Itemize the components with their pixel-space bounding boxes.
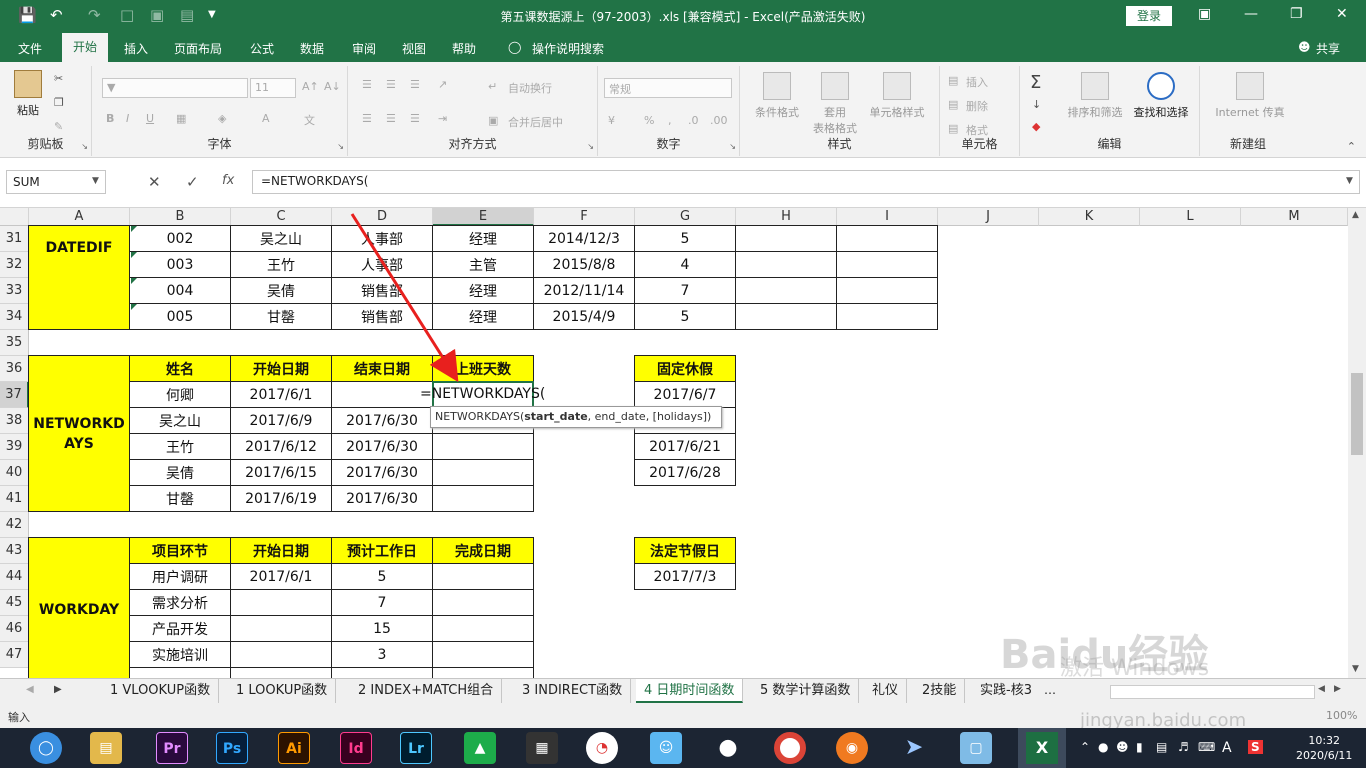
tray-keyboard-icon[interactable]: ⌨ [1198,740,1215,754]
sheet-tab-math[interactable]: 5 数学计算函数 [752,679,860,703]
indesign-icon[interactable]: Id [340,732,372,764]
illustrator-icon[interactable]: Ai [278,732,310,764]
sheet-tab-indirect[interactable]: 3 INDIRECT函数 [514,679,632,703]
sheet-tab-index-match[interactable]: 2 INDEX+MATCH组合 [350,679,503,703]
green-app-icon[interactable]: ▲ [464,732,496,764]
sheet-tab-practice[interactable]: 实践-核3 [972,679,1046,703]
premiere-icon[interactable]: Pr [156,732,188,764]
tray-network-icon[interactable]: ▤ [1156,740,1167,754]
vertical-scrollbar[interactable]: ▲ ▼ [1348,208,1366,678]
taskbar: ◯ ▤ Pr Ps Ai Id Lr ▲ ▦ ◔ ☺ ● ◉ ➤ ▢ X ⌃ ●… [0,728,1366,768]
feather-app-icon[interactable]: ➤ [898,732,930,764]
tray-qq-icon[interactable]: ● [1098,740,1108,754]
more-sheets-icon[interactable]: … [1044,683,1056,697]
scroll-right-icon[interactable]: ▶ [1334,684,1341,694]
cat-app-icon[interactable]: ☺ [650,732,682,764]
photoshop-icon[interactable]: Ps [216,732,248,764]
tray-expand-icon[interactable]: ⌃ [1080,740,1090,754]
horizontal-scrollbar[interactable] [1110,685,1315,699]
scroll-thumb[interactable] [1351,373,1363,455]
browser-icon[interactable]: ◯ [30,732,62,764]
next-sheet-icon[interactable]: ▶ [54,684,62,695]
activate-windows-watermark: 激活 Windows [1060,656,1210,681]
tray-user-icon[interactable]: ☻ [1116,740,1129,754]
excel-taskbar-button[interactable]: X [1018,728,1066,768]
sheet-tab-datetime[interactable]: 4 日期时间函数 [636,679,744,703]
sheet-tab-skills[interactable]: 2技能 [914,679,966,703]
tray-volume-icon[interactable]: ♬ [1178,740,1189,754]
firefox-icon[interactable]: ◉ [836,732,868,764]
sheet-tab-etiquette[interactable]: 礼仪 [864,679,908,703]
sheet-tab-lookup[interactable]: 1 LOOKUP函数 [228,679,337,703]
scroll-up-icon[interactable]: ▲ [1352,210,1359,220]
sheet-tab-vlookup[interactable]: 1 VLOOKUP函数 [102,679,220,703]
ime-indicator[interactable]: A [1222,740,1232,756]
lightroom-icon[interactable]: Lr [400,732,432,764]
pie-app-icon[interactable]: ◔ [586,732,618,764]
chrome-icon[interactable] [774,732,806,764]
scroll-left-icon[interactable]: ◀ [1318,684,1325,694]
notes-app-icon[interactable]: ▢ [960,732,992,764]
sogou-icon[interactable]: S [1248,740,1263,754]
scroll-down-icon[interactable]: ▼ [1352,664,1359,674]
mode-indicator: 输入 [8,711,30,724]
file-explorer-icon[interactable]: ▤ [90,732,122,764]
video-player-icon[interactable]: ▦ [526,732,558,764]
zoom-level[interactable]: 100% [1326,709,1357,722]
system-clock[interactable]: 10:32 2020/6/11 [1296,733,1352,763]
prev-sheet-icon[interactable]: ◀ [26,684,34,695]
tray-battery-icon[interactable]: ▮ [1136,740,1143,754]
qq-icon[interactable]: ● [712,732,744,764]
